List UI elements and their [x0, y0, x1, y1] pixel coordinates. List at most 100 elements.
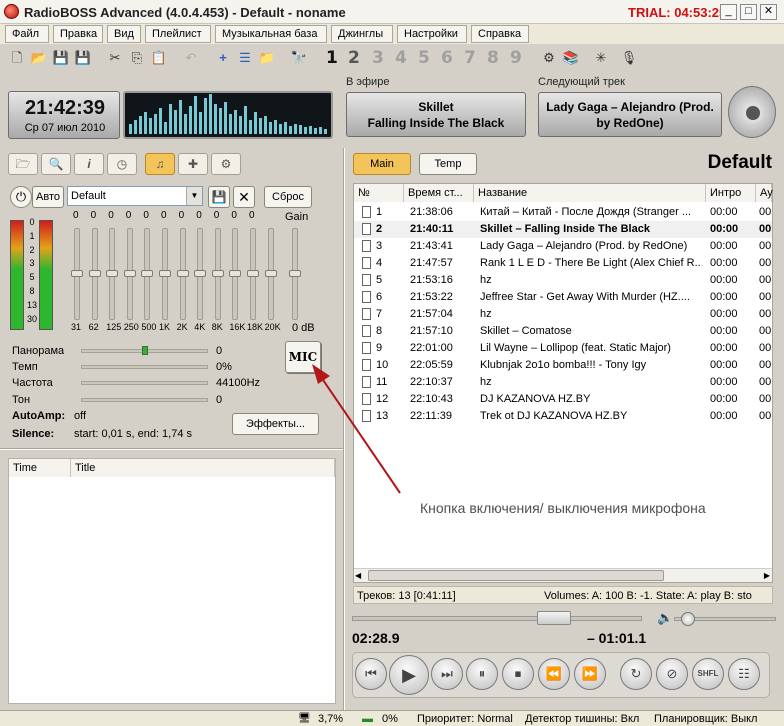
menu-playlist[interactable]: Плейлист: [145, 25, 211, 43]
list-icon[interactable]: ☰: [236, 49, 254, 67]
disable-icon[interactable]: ⊘: [656, 658, 688, 690]
table-row[interactable]: 5 21:53:16 hz 00:00 00: [354, 272, 772, 289]
table-row[interactable]: 6 21:53:22 Jeffree Star - Get Away With Mu…: [354, 289, 772, 306]
eq-slider[interactable]: [141, 228, 154, 320]
menu-music-base[interactable]: Музыкальная база: [215, 25, 327, 43]
eq-slider[interactable]: [176, 228, 189, 320]
power-icon[interactable]: ⏻: [10, 186, 32, 208]
tab-settings-icon[interactable]: ⚙: [211, 153, 241, 175]
column-time[interactable]: Time: [9, 459, 71, 477]
microphone-icon[interactable]: 🎙: [620, 49, 638, 67]
preset-select[interactable]: Default ▼: [67, 186, 203, 206]
eq-slider[interactable]: [247, 228, 259, 320]
menu-jingles[interactable]: Джинглы: [331, 25, 393, 43]
volume-slider[interactable]: [674, 612, 776, 626]
column-intro[interactable]: Интро: [706, 184, 756, 202]
maximize-button[interactable]: □: [740, 4, 757, 20]
eq-slider[interactable]: [106, 228, 119, 320]
reset-button[interactable]: Сброс: [264, 186, 312, 208]
frequency-slider[interactable]: [81, 381, 208, 385]
eq-slider[interactable]: [264, 228, 277, 320]
tab-music-icon[interactable]: ♫: [145, 153, 175, 175]
playlist-9-button[interactable]: 9: [510, 48, 522, 68]
tab-info-icon[interactable]: i: [74, 153, 104, 175]
playlist-8-button[interactable]: 8: [487, 48, 499, 68]
add-folder-icon[interactable]: 📁: [258, 49, 276, 67]
tab-folder-icon[interactable]: 🗁: [8, 153, 38, 175]
playlist-7-button[interactable]: 7: [464, 48, 476, 68]
eq-slider[interactable]: [71, 228, 83, 320]
table-row[interactable]: 11 22:10:37 hz 00:00 00: [354, 374, 772, 391]
next-icon[interactable]: ⏭: [431, 658, 463, 690]
tab-main[interactable]: Main: [353, 153, 411, 175]
seek-thumb[interactable]: [537, 611, 571, 625]
save-preset-icon[interactable]: 💾: [208, 186, 230, 208]
menu-edit[interactable]: Правка: [53, 25, 103, 43]
tab-clock-icon[interactable]: ◷: [107, 153, 137, 175]
menu-file[interactable]: Файл: [5, 25, 49, 43]
tab-temp[interactable]: Temp: [419, 153, 477, 175]
tab-search-icon[interactable]: 🔍: [41, 153, 71, 175]
table-row[interactable]: 1 21:38:06 Китай – Китай - После Дождя (St…: [354, 204, 772, 221]
pan-slider[interactable]: [81, 346, 208, 355]
eq-slider[interactable]: [123, 228, 136, 320]
table-row[interactable]: 7 21:57:04 hz 00:00 00: [354, 306, 772, 323]
tempo-slider[interactable]: [81, 365, 208, 369]
fast-forward-icon[interactable]: ⏩: [574, 658, 606, 690]
minimize-button[interactable]: _: [720, 4, 737, 20]
table-row[interactable]: 9 22:01:00 Lil Wayne – Lollipop (feat. Sta…: [354, 340, 772, 357]
scheduler-icon[interactable]: ✳: [592, 49, 610, 67]
eq-slider[interactable]: [211, 228, 224, 320]
settings-gear-icon[interactable]: ⚙: [540, 49, 558, 67]
playlist-view-icon[interactable]: ☷: [728, 658, 760, 690]
column-title[interactable]: Title: [71, 459, 335, 477]
add-icon[interactable]: +: [214, 49, 232, 67]
delete-preset-icon[interactable]: ✕: [233, 186, 255, 208]
playlist-3-button[interactable]: 3: [372, 48, 384, 68]
rewind-icon[interactable]: ⏪: [538, 658, 570, 690]
column-start-time[interactable]: Время ст...: [404, 184, 474, 202]
column-number[interactable]: №: [354, 184, 404, 202]
table-row[interactable]: 3 21:43:41 Lady Gaga – Alejandro (Prod. by…: [354, 238, 772, 255]
repeat-icon[interactable]: ↻: [620, 658, 652, 690]
column-au[interactable]: Ау: [756, 184, 773, 202]
paste-icon[interactable]: 📋: [150, 49, 168, 67]
shuffle-button[interactable]: SHFL: [692, 658, 724, 690]
new-file-icon[interactable]: 🗋: [8, 49, 26, 67]
chevron-down-icon[interactable]: ▼: [186, 187, 202, 205]
seek-bar[interactable]: [352, 611, 642, 625]
playlist-6-button[interactable]: 6: [441, 48, 453, 68]
scroll-right-icon[interactable]: ▶: [764, 569, 770, 582]
eq-slider[interactable]: [88, 228, 101, 320]
eq-slider[interactable]: [194, 228, 207, 320]
close-button[interactable]: ✕: [760, 4, 777, 20]
gain-slider[interactable]: [289, 228, 301, 320]
volume-thumb[interactable]: [681, 612, 695, 626]
playlist-2-button[interactable]: 2: [348, 48, 360, 68]
playlist-5-button[interactable]: 5: [418, 48, 430, 68]
play-icon[interactable]: ▶: [389, 655, 429, 695]
undo-icon[interactable]: ↶: [182, 49, 200, 67]
playlist-4-button[interactable]: 4: [395, 48, 407, 68]
cut-icon[interactable]: ✂: [106, 49, 124, 67]
pause-icon[interactable]: ⏸: [466, 658, 498, 690]
auto-button[interactable]: Авто: [32, 186, 64, 208]
horizontal-scrollbar[interactable]: ◀ ▶: [354, 568, 772, 582]
scroll-left-icon[interactable]: ◀: [355, 569, 361, 582]
open-folder-icon[interactable]: 📂: [30, 49, 48, 67]
tab-puzzle-icon[interactable]: ✚: [178, 153, 208, 175]
save-as-icon[interactable]: 💾: [74, 49, 92, 67]
table-row[interactable]: 12 22:10:43 DJ KAZANOVA HZ.BY 00:00 00: [354, 391, 772, 408]
stop-icon[interactable]: ⏹: [502, 658, 534, 690]
column-title[interactable]: Название: [474, 184, 706, 202]
table-row[interactable]: 8 21:57:10 Skillet – Comatose 00:00 00: [354, 323, 772, 340]
scrollbar-thumb[interactable]: [368, 570, 664, 581]
playlist-1-button[interactable]: 1: [326, 48, 338, 68]
menu-help[interactable]: Справка: [471, 25, 529, 43]
music-base-icon[interactable]: 📚: [562, 49, 580, 67]
pitch-slider[interactable]: [81, 398, 208, 402]
find-icon[interactable]: 🔭: [290, 49, 308, 67]
eq-slider[interactable]: [159, 228, 171, 320]
table-row[interactable]: 4 21:47:57 Rank 1 L E D - There Be Light (…: [354, 255, 772, 272]
menu-settings[interactable]: Настройки: [397, 25, 467, 43]
